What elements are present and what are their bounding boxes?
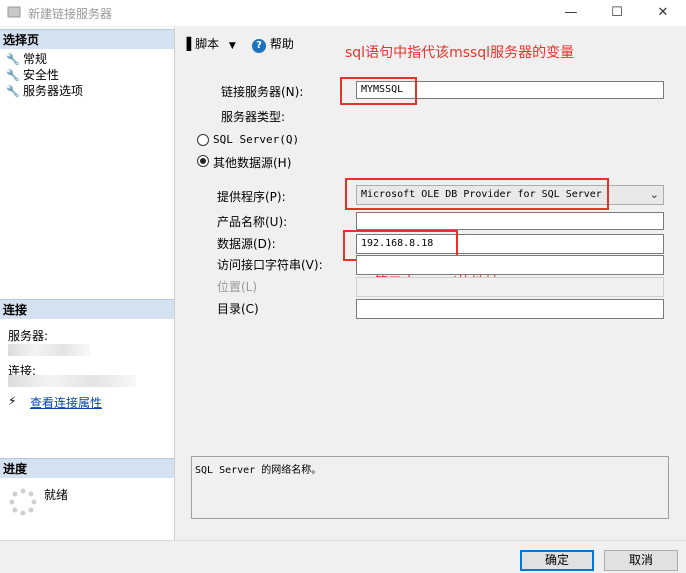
product-name-label: 产品名称(U): bbox=[217, 215, 288, 229]
catalog-input[interactable] bbox=[356, 299, 664, 319]
chevron-down-icon: ⌄ bbox=[649, 188, 659, 201]
page-item-server-options[interactable]: 🔧 服务器选项 bbox=[6, 83, 83, 99]
view-connection-properties-link[interactable]: 查看连接属性 bbox=[30, 394, 102, 411]
script-icon: ▐ bbox=[182, 37, 192, 51]
help-label: 帮助 bbox=[269, 37, 294, 51]
redacted-connection bbox=[8, 375, 136, 387]
wrench-icon: 🔧 bbox=[6, 85, 20, 98]
location-label: 位置(L) bbox=[217, 280, 258, 294]
radio-sql-server[interactable] bbox=[197, 134, 209, 146]
progress-spinner-icon bbox=[9, 488, 37, 516]
script-label: 脚本 bbox=[195, 37, 220, 51]
annotation-variable: sql语句中指代该mssql服务器的变量 bbox=[345, 45, 575, 61]
other-source-option-label: 其他数据源(H) bbox=[213, 156, 292, 170]
help-button[interactable]: ? 帮助 bbox=[252, 35, 294, 53]
linked-server-label: 链接服务器(N): bbox=[221, 85, 304, 99]
wrench-icon: 🔧 bbox=[6, 69, 20, 82]
redacted-server bbox=[8, 344, 90, 356]
page-item-label: 常规 bbox=[23, 52, 48, 66]
connection-header: 连接 bbox=[0, 299, 174, 319]
highlight-linked-server bbox=[340, 77, 417, 105]
page-item-label: 安全性 bbox=[23, 68, 60, 82]
plug-icon: ⚡ bbox=[8, 394, 17, 408]
dropdown-arrow-icon: ▼ bbox=[228, 41, 236, 51]
wrench-icon: 🔧 bbox=[6, 53, 20, 66]
select-page-header: 选择页 bbox=[0, 29, 174, 49]
product-name-input[interactable] bbox=[356, 212, 664, 230]
cancel-button[interactable]: 取消 bbox=[604, 550, 678, 571]
description-box: SQL Server 的网络名称。 bbox=[191, 456, 669, 519]
maximize-icon[interactable]: ☐ bbox=[594, 0, 640, 26]
sql-server-option-label: SQL Server(Q) bbox=[213, 133, 300, 146]
title-bar: 新建链接服务器 — ☐ ✕ bbox=[0, 0, 686, 26]
radio-other-source[interactable] bbox=[197, 155, 209, 167]
page-item-label: 服务器选项 bbox=[23, 84, 84, 98]
page-item-security[interactable]: 🔧 安全性 bbox=[6, 67, 59, 83]
app-icon bbox=[7, 6, 21, 18]
data-source-label: 数据源(D): bbox=[217, 237, 276, 251]
provider-label: 提供程序(P): bbox=[217, 190, 286, 204]
bottom-bar: 确定 取消 bbox=[0, 540, 686, 573]
close-icon[interactable]: ✕ bbox=[640, 0, 686, 26]
highlight-provider bbox=[345, 178, 609, 210]
page-item-general[interactable]: 🔧 常规 bbox=[6, 51, 47, 67]
progress-status: 就绪 bbox=[44, 488, 69, 502]
help-icon: ? bbox=[252, 39, 266, 53]
progress-header: 进度 bbox=[0, 458, 174, 478]
left-panel: 选择页 🔧 常规 🔧 安全性 🔧 服务器选项 连接 服务器: 连接: ⚡ 查看连接属性… bbox=[0, 27, 175, 540]
server-label: 服务器: bbox=[8, 329, 49, 343]
server-type-label: 服务器类型: bbox=[221, 110, 286, 124]
catalog-label: 目录(C) bbox=[217, 302, 259, 316]
minimize-icon[interactable]: — bbox=[548, 0, 594, 26]
ok-button[interactable]: 确定 bbox=[520, 550, 594, 571]
window-title: 新建链接服务器 bbox=[28, 7, 113, 21]
right-panel: ▐ 脚本 ▼ ? 帮助 sql语句中指代该mssql服务器的变量 链接服务器(N… bbox=[175, 27, 686, 540]
script-button[interactable]: ▐ 脚本 ▼ bbox=[182, 35, 236, 52]
location-input bbox=[356, 277, 664, 297]
provider-string-label: 访问接口字符串(V): bbox=[217, 258, 323, 272]
